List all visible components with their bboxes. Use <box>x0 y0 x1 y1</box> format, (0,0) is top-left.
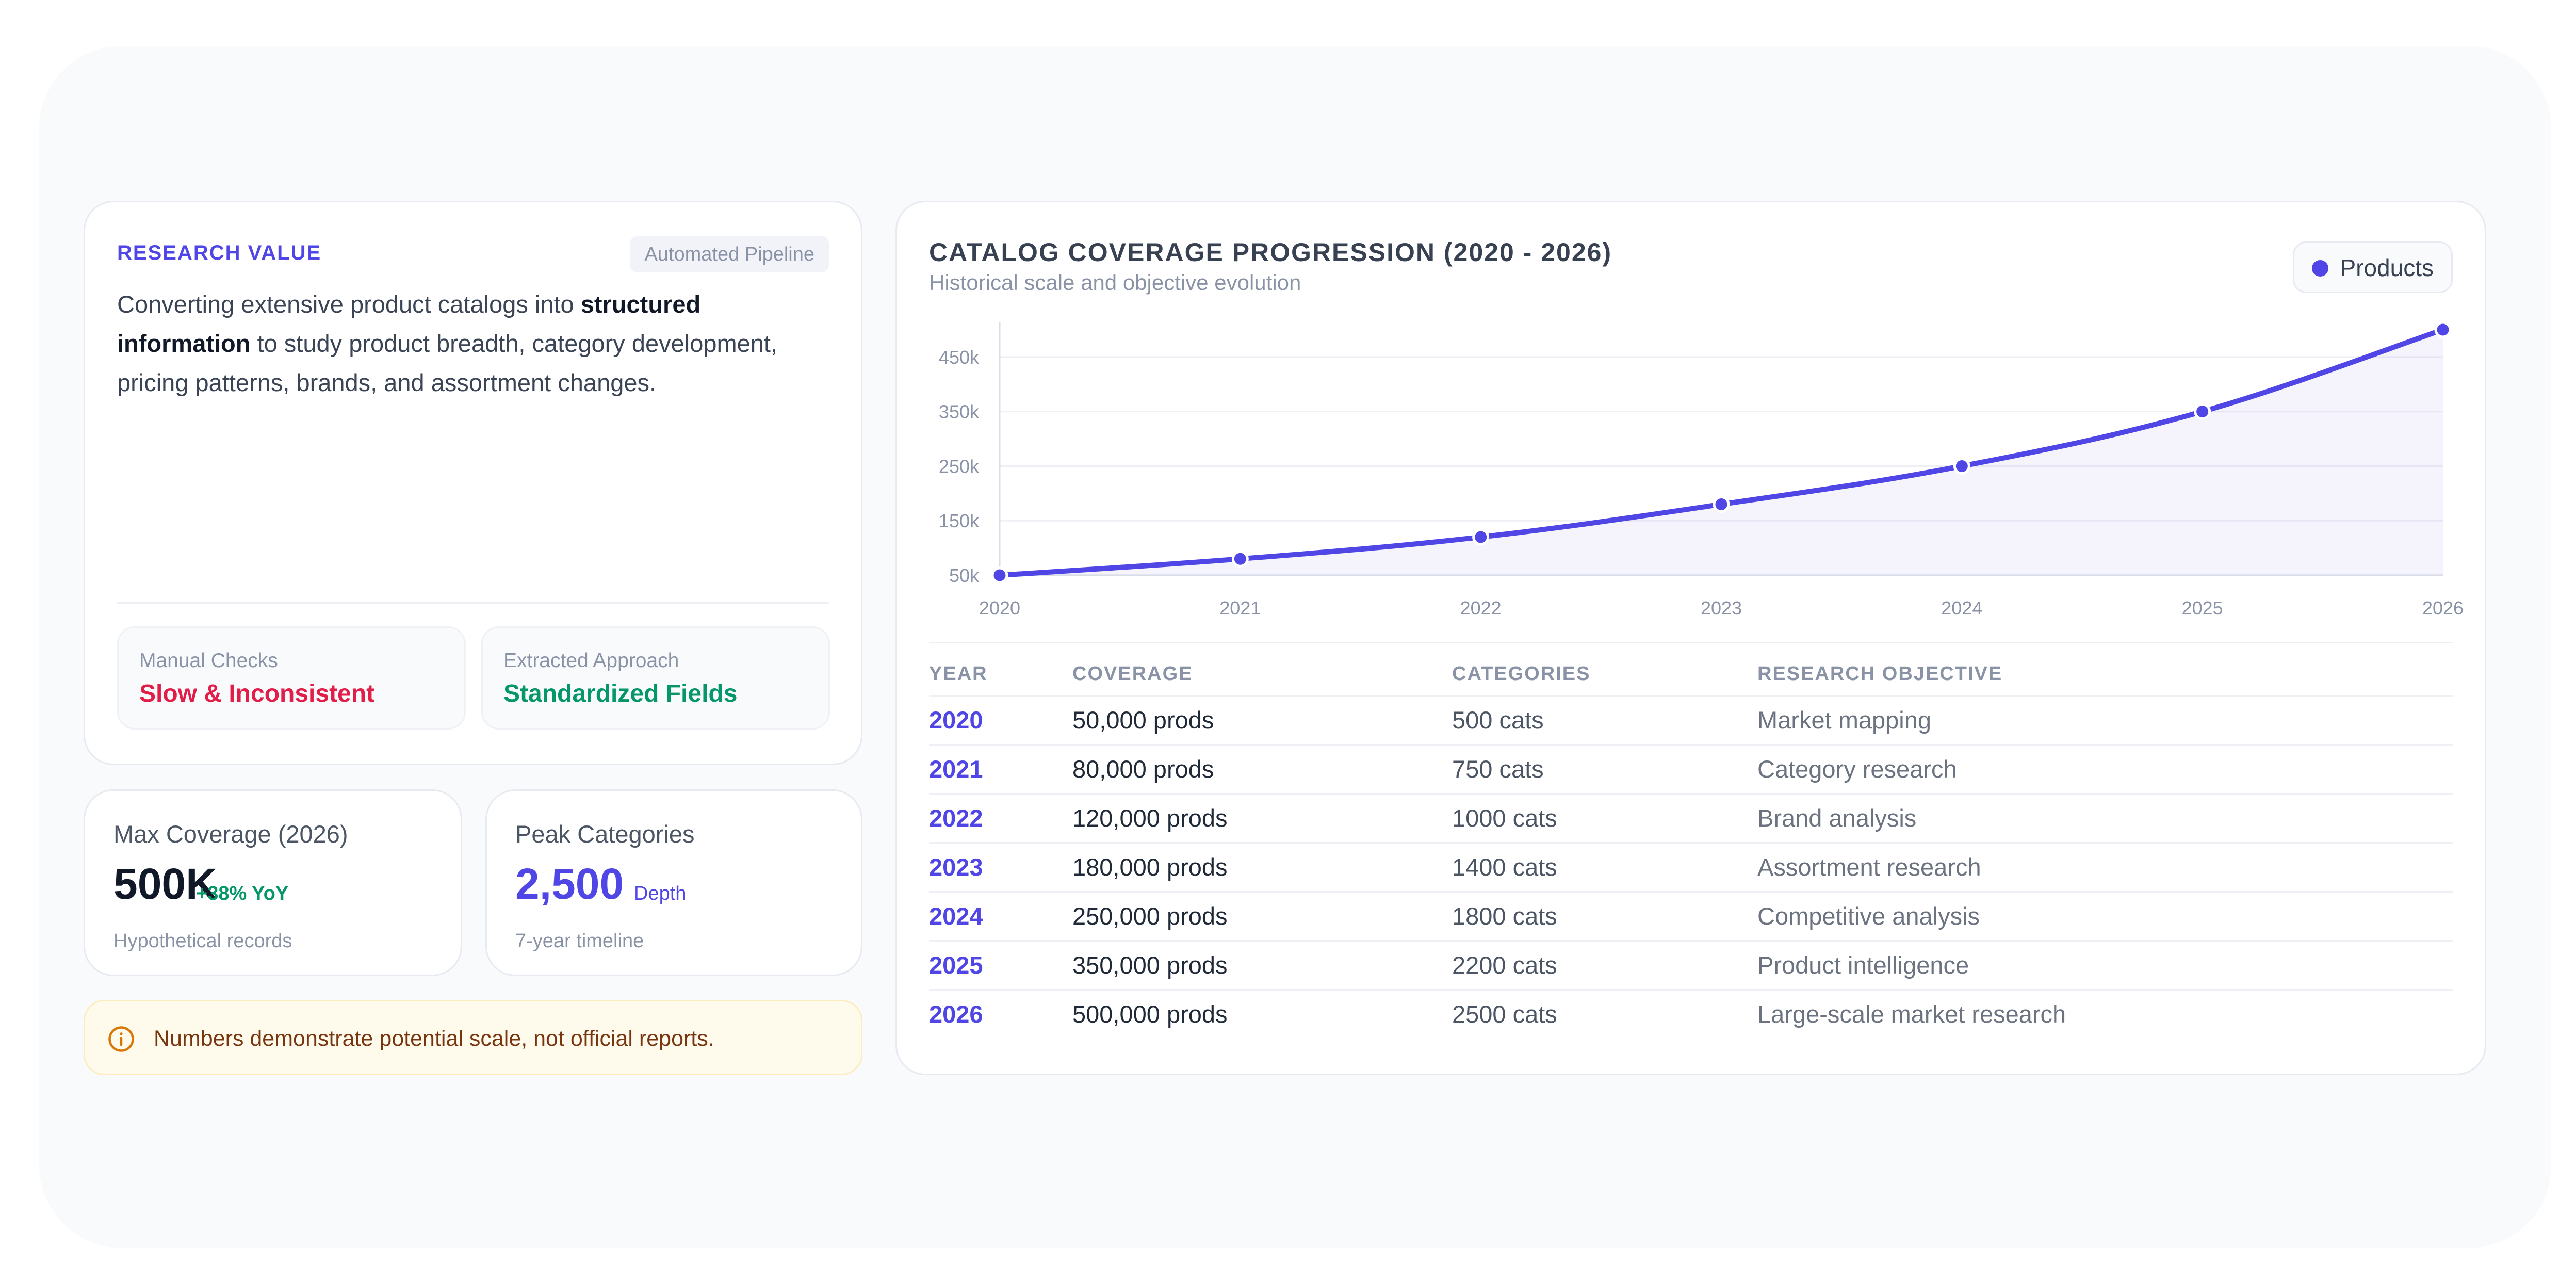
peak-categories-note: 7-year timeline <box>515 930 644 952</box>
x-tick-label: 2022 <box>1460 597 1502 619</box>
row-coverage: 500,000 prods <box>1072 1000 1228 1028</box>
x-tick-label: 2021 <box>1219 597 1261 619</box>
peak-categories-value: 2,500 <box>515 860 624 908</box>
row-categories: 750 cats <box>1452 755 1544 783</box>
table-row: 2025 350,000 prods 2200 cats Product intell… <box>929 942 2453 991</box>
max-coverage-label: Max Coverage (2026) <box>113 820 348 848</box>
header-coverage: COVERAGE <box>1072 663 1193 685</box>
row-coverage: 50,000 prods <box>1072 706 1214 734</box>
y-tick-label: 250k <box>939 456 980 477</box>
y-tick-label: 50k <box>949 565 980 586</box>
table-row: 2026 500,000 prods 2500 cats Large-scale ma… <box>929 991 2453 1040</box>
peak-categories-card: Peak Categories 2,500 Depth 7-year timel… <box>485 789 862 976</box>
row-coverage: 250,000 prods <box>1072 902 1228 930</box>
coverage-table: YEAR COVERAGE CATEGORIES RESEARCH OBJECT… <box>929 642 2453 1040</box>
y-tick-label: 350k <box>939 401 980 423</box>
manual-checks-label: Manual Checks <box>139 650 278 672</box>
y-tick-label: 150k <box>939 510 980 531</box>
data-point <box>1953 457 1970 475</box>
row-categories: 2200 cats <box>1452 951 1557 979</box>
row-objective: Large-scale market research <box>1757 1000 2066 1028</box>
row-year: 2020 <box>929 706 983 734</box>
disclaimer-banner: Numbers demonstrate potential scale, not… <box>84 1000 862 1075</box>
manual-checks-box: Manual Checks Slow & Inconsistent <box>117 626 466 730</box>
data-point <box>1231 550 1249 568</box>
row-year: 2021 <box>929 755 983 783</box>
row-year: 2024 <box>929 902 983 930</box>
description-part-1: Converting extensive product catalogs in… <box>117 290 581 318</box>
research-value-description: Converting extensive product catalogs in… <box>117 285 839 402</box>
automated-pipeline-badge: Automated Pipeline <box>630 236 829 272</box>
data-point <box>2194 403 2211 420</box>
research-value-title: RESEARCH VALUE <box>117 241 322 264</box>
max-coverage-card: Max Coverage (2026) 500K +38% YoY Hypoth… <box>84 789 462 976</box>
row-categories: 1400 cats <box>1452 853 1557 881</box>
row-categories: 2500 cats <box>1452 1000 1557 1028</box>
row-coverage: 120,000 prods <box>1072 804 1228 832</box>
peak-categories-delta: Depth <box>634 883 687 904</box>
peak-categories-label: Peak Categories <box>515 820 695 848</box>
table-body: 2020 50,000 prods 500 cats Market mapping 20… <box>929 697 2453 1040</box>
table-row: 2023 180,000 prods 1400 cats Assortment res… <box>929 844 2453 893</box>
row-coverage: 80,000 prods <box>1072 755 1214 783</box>
catalog-coverage-card: CATALOG COVERAGE PROGRESSION (2020 - 202… <box>895 201 2486 1075</box>
row-year: 2025 <box>929 951 983 979</box>
manual-checks-value: Slow & Inconsistent <box>139 680 375 707</box>
disclaimer-text: Numbers demonstrate potential scale, not… <box>154 1026 714 1051</box>
x-tick-label: 2020 <box>979 597 1020 619</box>
table-row: 2020 50,000 prods 500 cats Market mapping <box>929 697 2453 746</box>
header-year: YEAR <box>929 663 988 685</box>
row-categories: 1800 cats <box>1452 902 1557 930</box>
info-icon <box>108 1026 134 1052</box>
research-value-card: RESEARCH VALUE Automated Pipeline Conver… <box>84 201 862 765</box>
row-objective: Competitive analysis <box>1757 902 1980 930</box>
row-year: 2022 <box>929 804 983 832</box>
data-point <box>1472 528 1490 546</box>
row-year: 2023 <box>929 853 983 881</box>
coverage-chart: 50k 150k 250k 350k 450k 2020 2021 2022 2023 2024 2… <box>939 321 2464 619</box>
row-categories: 500 cats <box>1452 706 1544 734</box>
row-objective: Brand analysis <box>1757 804 1917 832</box>
row-categories: 1000 cats <box>1452 804 1557 832</box>
row-objective: Assortment research <box>1757 853 1981 881</box>
row-coverage: 350,000 prods <box>1072 951 1228 979</box>
x-tick-label: 2026 <box>2422 597 2464 619</box>
row-objective: Product intelligence <box>1757 951 1969 979</box>
row-objective: Market mapping <box>1757 706 1931 734</box>
header-categories: CATEGORIES <box>1452 663 1591 685</box>
header-objective: RESEARCH OBJECTIVE <box>1757 663 2003 685</box>
x-tick-label: 2025 <box>2182 597 2223 619</box>
x-tick-label: 2023 <box>1701 597 1742 619</box>
max-coverage-note: Hypothetical records <box>113 930 292 952</box>
extracted-approach-box: Extracted Approach Standardized Fields <box>481 626 830 730</box>
table-header: YEAR COVERAGE CATEGORIES RESEARCH OBJECT… <box>929 642 2453 697</box>
y-tick-label: 450k <box>939 347 980 368</box>
data-point <box>1713 495 1730 513</box>
data-point <box>2434 321 2452 338</box>
x-tick-label: 2024 <box>1941 597 1982 619</box>
table-row: 2024 250,000 prods 1800 cats Competitive an… <box>929 893 2453 942</box>
series-area <box>1000 330 2443 575</box>
extracted-approach-label: Extracted Approach <box>503 650 679 672</box>
row-coverage: 180,000 prods <box>1072 853 1228 881</box>
table-row: 2021 80,000 prods 750 cats Category researc… <box>929 746 2453 795</box>
table-row: 2022 120,000 prods 1000 cats Brand analysis <box>929 795 2453 844</box>
max-coverage-delta: +38% YoY <box>196 883 289 904</box>
extracted-approach-value: Standardized Fields <box>503 680 738 707</box>
row-year: 2026 <box>929 1000 983 1028</box>
divider <box>117 602 829 604</box>
row-objective: Category research <box>1757 755 1957 783</box>
data-point <box>991 566 1008 584</box>
